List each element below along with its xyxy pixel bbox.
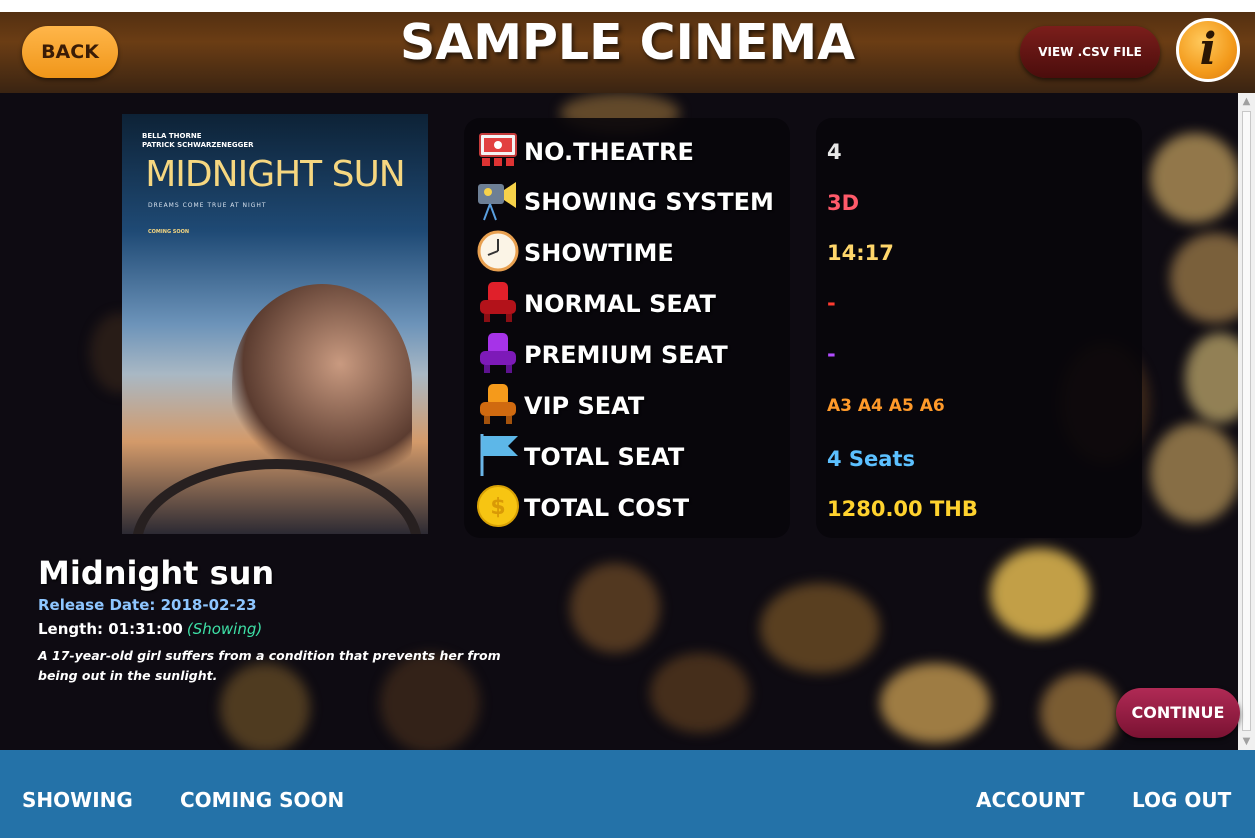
clock-icon — [477, 230, 519, 272]
value-total-cost: 1280.00 THB — [827, 497, 978, 521]
poster-title: MIDNIGHT SUN — [145, 154, 405, 195]
info-icon[interactable]: i — [1176, 18, 1240, 82]
bokeh-light — [760, 583, 880, 673]
purple-seat-icon — [480, 333, 516, 373]
red-seat-icon — [480, 282, 516, 322]
projector-icon — [478, 182, 516, 221]
label-premium-seat: PREMIUM SEAT — [524, 341, 728, 369]
vertical-scrollbar[interactable]: ▲ ▼ — [1238, 93, 1255, 750]
coin-icon: $ — [477, 485, 519, 527]
flag-icon — [480, 434, 518, 476]
value-premium-seat: - — [827, 342, 836, 366]
poster-actor-1: BELLA THORNE — [142, 132, 202, 140]
view-csv-button[interactable]: VIEW .CSV FILE — [1020, 26, 1160, 78]
scroll-thumb[interactable] — [1242, 111, 1251, 731]
theatre-icon — [479, 133, 517, 166]
label-normal-seat: NORMAL SEAT — [524, 290, 716, 318]
nav-coming-soon[interactable]: COMING SOON — [180, 788, 344, 812]
value-showing-system: 3D — [827, 191, 860, 215]
bokeh-light — [880, 663, 990, 743]
nav-showing[interactable]: SHOWING — [22, 788, 133, 812]
svg-text:$: $ — [490, 495, 505, 520]
poster-actor-2: PATRICK SCHWARZENEGGER — [142, 141, 254, 149]
movie-title: Midnight sun — [38, 554, 275, 592]
continue-button[interactable]: CONTINUE — [1116, 688, 1240, 738]
bokeh-light — [1150, 133, 1240, 223]
label-total-seat: TOTAL SEAT — [524, 443, 685, 471]
value-total-seat: 4 Seats — [827, 447, 915, 471]
scroll-up-arrow-icon[interactable]: ▲ — [1238, 93, 1255, 110]
label-showing-system: SHOWING SYSTEM — [524, 188, 774, 216]
label-total-cost: TOTAL COST — [524, 494, 690, 522]
nav-log-out[interactable]: LOG OUT — [1132, 788, 1231, 812]
value-normal-seat: - — [827, 291, 836, 315]
window-top-strip — [0, 0, 1255, 12]
nav-account[interactable]: ACCOUNT — [976, 788, 1084, 812]
label-vip-seat: VIP SEAT — [524, 392, 645, 420]
poster-couple-image — [232, 284, 412, 484]
details-value-panel — [816, 118, 1142, 538]
bokeh-light — [570, 563, 660, 653]
release-date: Release Date: 2018-02-23 — [38, 596, 257, 614]
poster-tagline: DREAMS COME TRUE AT NIGHT — [148, 202, 267, 209]
showing-status: (Showing) — [186, 620, 263, 638]
movie-description: A 17-year-old girl suffers from a condit… — [38, 648, 501, 683]
bokeh-light — [650, 653, 750, 733]
label-no-theatre: NO.THEATRE — [524, 138, 694, 166]
value-no-theatre: 4 — [827, 140, 842, 164]
bokeh-light — [1150, 423, 1240, 523]
bokeh-light — [1040, 673, 1120, 750]
poster-coming-soon: COMING SOON — [148, 229, 190, 235]
scroll-down-arrow-icon[interactable]: ▼ — [1238, 733, 1255, 750]
length-text: Length: 01:31:00 — [38, 620, 183, 638]
value-showtime: 14:17 — [827, 241, 894, 265]
movie-length: Length: 01:31:00 (Showing) — [38, 620, 262, 638]
movie-poster: BELLA THORNE PATRICK SCHWARZENEGGER MIDN… — [122, 114, 428, 534]
label-showtime: SHOWTIME — [524, 239, 674, 267]
value-vip-seat: A3 A4 A5 A6 — [827, 396, 945, 416]
poster-actors: BELLA THORNE PATRICK SCHWARZENEGGER — [142, 132, 254, 150]
bokeh-light — [990, 548, 1090, 638]
orange-seat-icon — [480, 384, 516, 424]
